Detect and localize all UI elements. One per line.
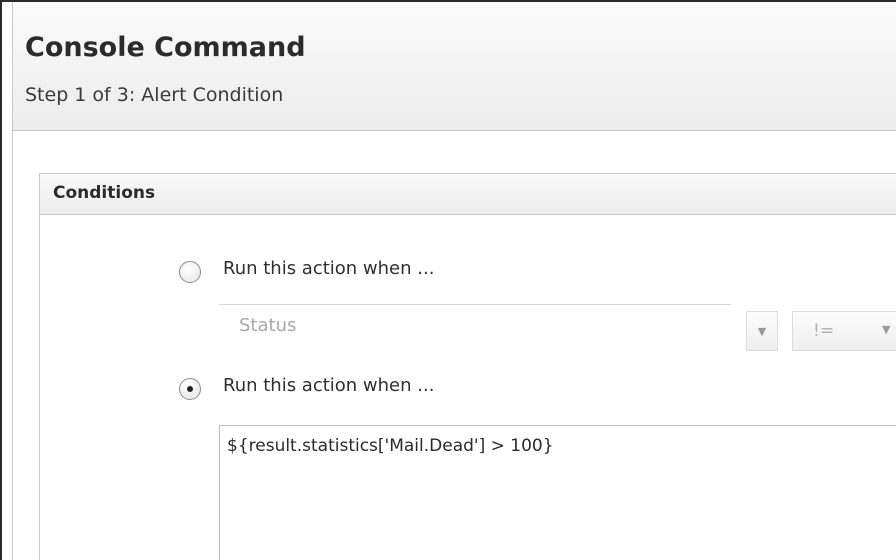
conditions-panel: Conditions Run this action when ... Stat… — [39, 173, 896, 560]
expression-condition-radio[interactable] — [179, 378, 201, 400]
wizard-body: Conditions Run this action when ... Stat… — [12, 131, 896, 560]
status-condition-radio[interactable] — [179, 261, 201, 283]
page-title: Console Command — [25, 32, 306, 63]
operator-value: != — [813, 321, 835, 341]
chevron-down-icon: ▼ — [882, 323, 891, 336]
step-indicator: Step 1 of 3: Alert Condition — [25, 84, 284, 106]
chevron-down-icon: ▼ — [757, 325, 767, 338]
status-condition-label[interactable]: Run this action when ... — [223, 258, 434, 279]
expression-condition-label[interactable]: Run this action when ... — [223, 375, 434, 396]
conditions-panel-title: Conditions — [53, 183, 156, 203]
wizard-header: Console Command Step 1 of 3: Alert Condi… — [12, 2, 896, 131]
conditions-panel-header: Conditions — [40, 174, 896, 215]
radio-selected-dot — [187, 386, 193, 392]
dialog-window: Console Command Step 1 of 3: Alert Condi… — [0, 0, 896, 560]
condition-expression-input[interactable]: ${result.statistics['Mail.Dead'] > 100} — [219, 425, 896, 560]
status-field-dropdown-button[interactable]: ▼ — [746, 311, 778, 351]
status-field-value: Status — [239, 315, 297, 336]
operator-select[interactable]: != ▼ — [792, 311, 896, 351]
status-field-select[interactable]: Status — [219, 304, 731, 346]
